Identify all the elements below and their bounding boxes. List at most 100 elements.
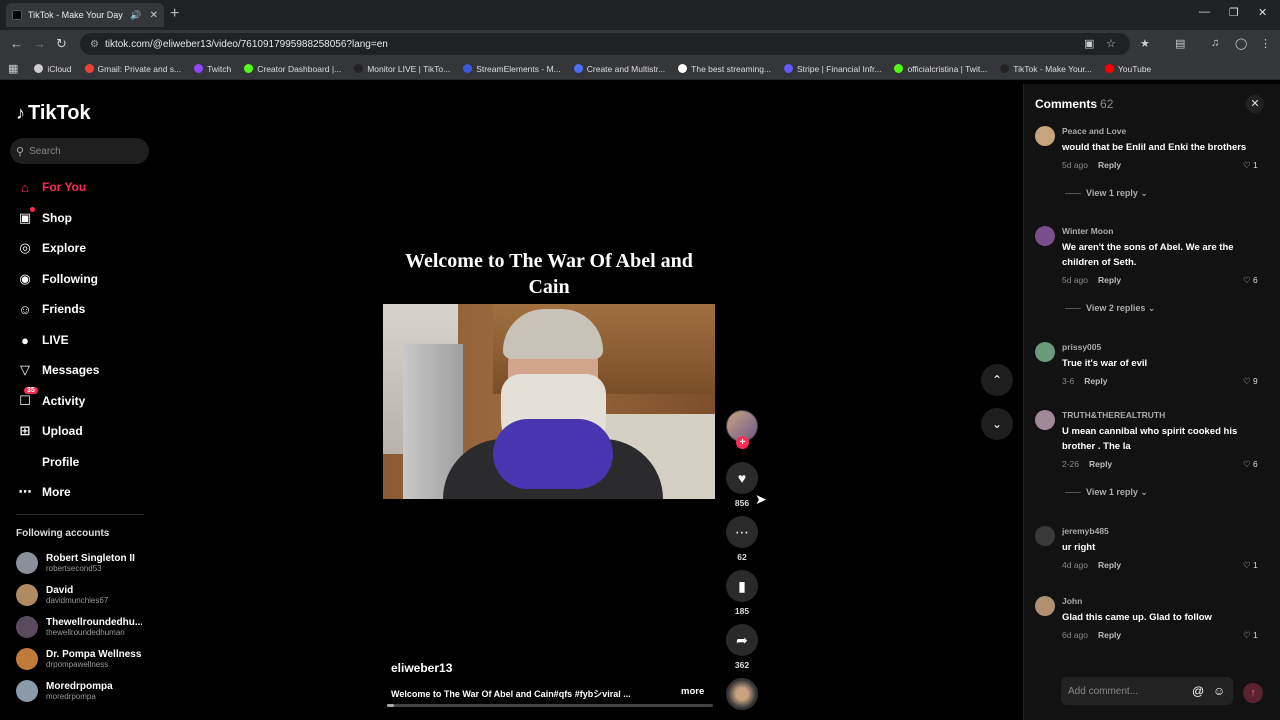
- nav-item-more[interactable]: ⋯ More: [16, 481, 71, 503]
- divider: [1065, 308, 1081, 310]
- reply-button[interactable]: Reply: [1098, 630, 1121, 640]
- browser-tab[interactable]: TikTok - Make Your Day 🔊 ✕: [6, 3, 164, 27]
- bookmark-item[interactable]: The best streaming...: [678, 64, 771, 74]
- comment-time: 4d ago: [1062, 560, 1088, 570]
- bookmark-item[interactable]: Gmail: Private and s...: [84, 64, 181, 74]
- avatar[interactable]: [1035, 126, 1055, 146]
- view-replies-button[interactable]: View 1 reply ⌄: [1065, 188, 1148, 199]
- bookmark-item[interactable]: officialcristina | Twit...: [894, 64, 987, 74]
- avatar[interactable]: [1035, 526, 1055, 546]
- cast-icon[interactable]: ▤: [1175, 37, 1185, 50]
- comment-like-button[interactable]: ♡ 1: [1243, 630, 1258, 641]
- send-comment-icon[interactable]: ↑: [1243, 683, 1263, 703]
- following-account-item[interactable]: Robert Singleton II robertsecond53: [16, 552, 146, 574]
- menu-kebab-icon[interactable]: ⋮: [1260, 37, 1271, 50]
- close-comments-icon[interactable]: ✕: [1246, 95, 1264, 113]
- extensions-icon[interactable]: ★: [1140, 37, 1150, 50]
- bookmark-item[interactable]: Create and Multistr...: [573, 64, 665, 74]
- search-input[interactable]: ⚲ Search: [10, 138, 149, 164]
- nav-item-live[interactable]: ● LIVE: [16, 329, 69, 351]
- forward-icon[interactable]: →: [33, 36, 46, 51]
- nav-item-explore[interactable]: ◎ Explore: [16, 237, 86, 259]
- reply-button[interactable]: Reply: [1089, 459, 1112, 469]
- mention-icon[interactable]: @: [1192, 684, 1204, 698]
- avatar[interactable]: [1035, 342, 1055, 362]
- bookmark-item[interactable]: iCloud: [34, 64, 72, 74]
- window-close-icon[interactable]: ✕: [1258, 6, 1267, 19]
- back-icon[interactable]: ←: [10, 36, 23, 51]
- bookmark-item[interactable]: TikTok - Make Your...: [1000, 64, 1092, 74]
- following-account-item[interactable]: David davidmunchies67: [16, 584, 146, 606]
- install-app-icon[interactable]: ▣: [1084, 37, 1094, 50]
- media-icon[interactable]: ♫: [1211, 37, 1219, 49]
- nav-item-friends[interactable]: ☺ Friends: [16, 298, 85, 320]
- comment-username[interactable]: jeremyb485: [1062, 526, 1109, 536]
- following-account-item[interactable]: Thewellroundedhu... thewellroundedhuman: [16, 616, 146, 638]
- video-progress-bar[interactable]: [387, 704, 713, 707]
- bookmark-item[interactable]: Creator Dashboard |...: [244, 64, 341, 74]
- comment-icon[interactable]: ⋯: [726, 516, 758, 548]
- video-author[interactable]: eliweber13: [391, 661, 452, 675]
- avatar[interactable]: [1035, 226, 1055, 246]
- nav-item-shop[interactable]: ▣ Shop: [16, 207, 72, 229]
- nav-item-messages[interactable]: ▽ Messages: [16, 359, 99, 381]
- new-tab-icon[interactable]: +: [170, 5, 179, 23]
- music-disc-icon[interactable]: [726, 678, 758, 710]
- reply-button[interactable]: Reply: [1098, 275, 1121, 285]
- comment-like-button[interactable]: ♡ 1: [1243, 560, 1258, 571]
- nav-item-for-you[interactable]: ⌂ For You: [16, 176, 86, 198]
- apps-grid-icon[interactable]: ▦: [8, 62, 18, 75]
- comment-username[interactable]: Winter Moon: [1062, 226, 1113, 236]
- next-video-button[interactable]: ⌄: [981, 408, 1013, 440]
- comment-username[interactable]: prissy005: [1062, 342, 1101, 352]
- restore-icon[interactable]: ❐: [1229, 6, 1239, 19]
- site-info-icon[interactable]: ⚙: [90, 39, 99, 50]
- video-player[interactable]: [383, 304, 715, 499]
- tiktok-logo[interactable]: ♪ TikTok: [16, 102, 91, 125]
- comment-like-button[interactable]: ♡ 6: [1243, 275, 1258, 286]
- bookmark-item[interactable]: StreamElements - M...: [463, 64, 561, 74]
- reply-button[interactable]: Reply: [1084, 376, 1107, 386]
- add-comment-input[interactable]: Add comment... @ ☺: [1061, 677, 1233, 705]
- nav-item-following[interactable]: ◉ Following: [16, 268, 98, 290]
- comment-username[interactable]: TRUTH&THEREALTRUTH: [1062, 410, 1165, 420]
- tab-close-icon[interactable]: ✕: [150, 10, 158, 21]
- minimize-icon[interactable]: —: [1199, 6, 1210, 18]
- following-account-item[interactable]: Moredrpompa moredrpompa: [16, 680, 146, 702]
- nav-item-activity[interactable]: ☐ 35 Activity: [16, 387, 85, 412]
- reply-button[interactable]: Reply: [1098, 560, 1121, 570]
- nav-item-upload[interactable]: ⊞ Upload: [16, 420, 83, 442]
- following-account-item[interactable]: Dr. Pompa Wellness drpompawellness: [16, 648, 146, 670]
- view-replies-button[interactable]: View 2 replies ⌄: [1065, 303, 1155, 314]
- comment-username[interactable]: Peace and Love: [1062, 126, 1126, 136]
- previous-video-button[interactable]: ⌃: [981, 364, 1013, 396]
- bookmark-star-icon[interactable]: ☆: [1106, 37, 1116, 50]
- bookmark-item[interactable]: Stripe | Financial Infr...: [784, 64, 881, 74]
- share-icon[interactable]: ➦: [726, 624, 758, 656]
- bookmark-label: TikTok - Make Your...: [1013, 63, 1092, 74]
- address-bar[interactable]: ⚙ tiktok.com/@eliweber13/video/761091799…: [80, 33, 1130, 55]
- comment-like-button[interactable]: ♡ 9: [1243, 376, 1258, 387]
- reload-icon[interactable]: ↻: [56, 36, 67, 52]
- more-button[interactable]: more: [681, 686, 704, 697]
- bookmark-icon[interactable]: ▮: [726, 570, 758, 602]
- speaker-icon[interactable]: 🔊: [130, 10, 141, 21]
- view-replies-button[interactable]: View 1 reply ⌄: [1065, 487, 1148, 498]
- save-action[interactable]: ▮ 185: [724, 570, 760, 616]
- avatar[interactable]: [1035, 596, 1055, 616]
- avatar[interactable]: [1035, 410, 1055, 430]
- bookmark-item[interactable]: YouTube: [1104, 64, 1151, 74]
- comment-like-button[interactable]: ♡ 1: [1243, 160, 1258, 171]
- profile-icon[interactable]: ◯: [1235, 37, 1247, 50]
- comment-like-button[interactable]: ♡ 6: [1243, 459, 1258, 470]
- heart-icon[interactable]: ♥: [726, 462, 758, 494]
- bookmark-item[interactable]: Twitch: [194, 64, 231, 74]
- follow-plus-icon[interactable]: +: [736, 436, 749, 449]
- emoji-icon[interactable]: ☺: [1213, 684, 1225, 698]
- bookmark-item[interactable]: Monitor LIVE | TikTo...: [354, 64, 450, 74]
- nav-item-profile[interactable]: Profile: [16, 451, 79, 473]
- comment-action[interactable]: ⋯ 62: [724, 516, 760, 562]
- reply-button[interactable]: Reply: [1098, 160, 1121, 170]
- share-action[interactable]: ➦ 362: [724, 624, 760, 670]
- comment-username[interactable]: John: [1062, 596, 1082, 606]
